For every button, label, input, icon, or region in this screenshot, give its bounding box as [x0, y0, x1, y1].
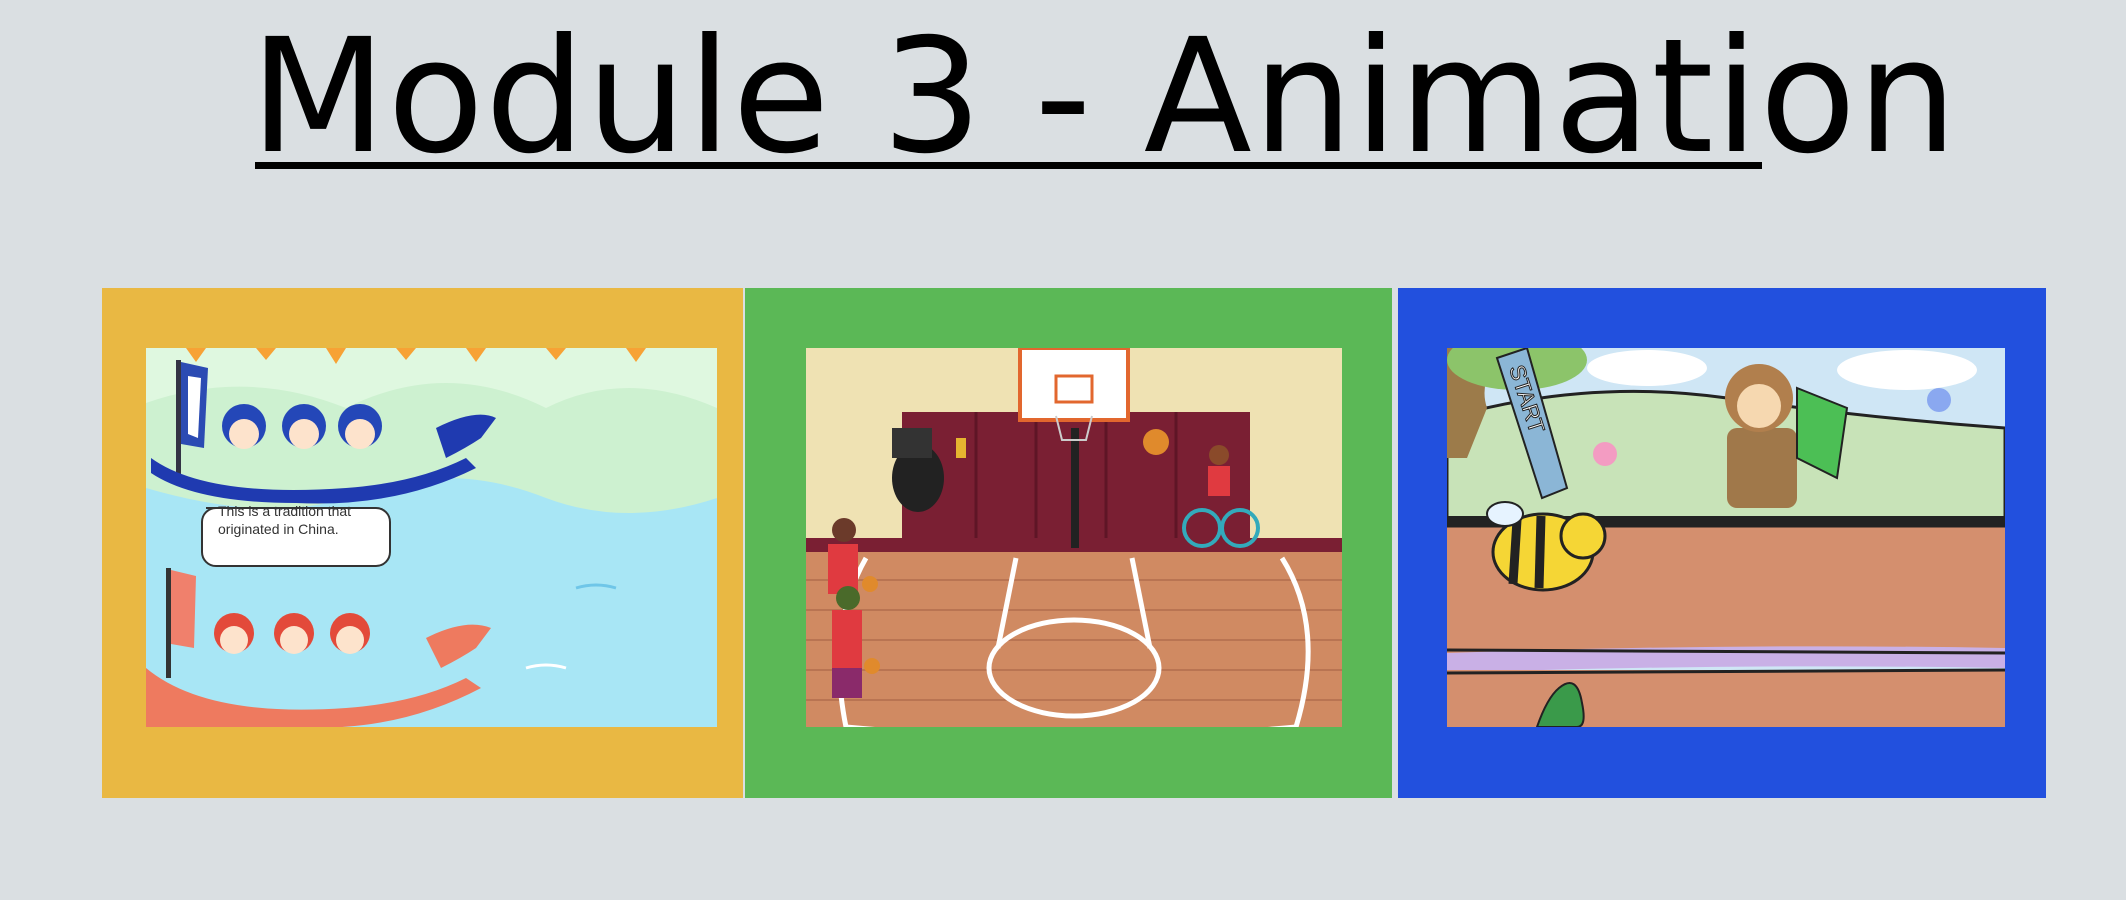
basketball-illustration [806, 348, 1342, 727]
dragon-boat-panel[interactable]: This is a tradition that originated in C… [102, 288, 743, 798]
dragon-boat-thumbnail[interactable]: This is a tradition that originated in C… [146, 348, 717, 727]
title-underline [255, 162, 1762, 169]
race-panel[interactable]: START [1398, 288, 2046, 798]
basketball-panel[interactable] [745, 288, 1392, 798]
slide-title: Module 3 - Animation [250, 5, 1959, 189]
race-thumbnail[interactable]: START [1447, 348, 2005, 727]
speech-bubble-text: This is a tradition that originated in C… [218, 503, 352, 537]
basketball-thumbnail[interactable] [806, 348, 1342, 727]
race-illustration: START [1447, 348, 2005, 727]
